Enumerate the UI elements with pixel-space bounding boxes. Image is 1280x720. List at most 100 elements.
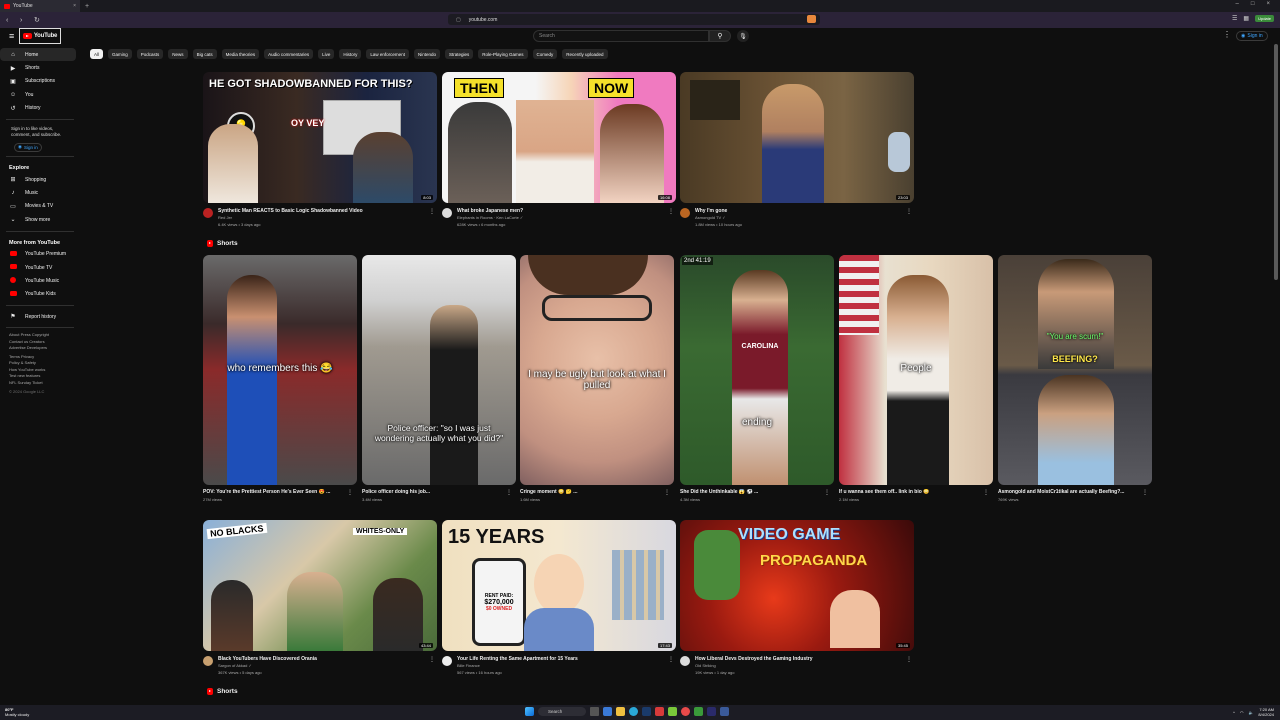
chip[interactable]: Podcasts: [136, 49, 164, 59]
channel-name[interactable]: Asmongold TV ✓: [695, 214, 742, 221]
more-options-icon[interactable]: ⋮: [983, 489, 989, 496]
windows-start-icon[interactable]: [525, 707, 534, 716]
update-button[interactable]: Update: [1255, 15, 1274, 22]
short-card[interactable]: "You are scum!" BEEFING? Asmongold and M…: [998, 255, 1152, 502]
search-input[interactable]: Search: [533, 30, 709, 42]
short-title[interactable]: Cringe moment 😳 🤔 ...: [520, 489, 674, 495]
chip[interactable]: Live: [318, 49, 335, 59]
steam-icon[interactable]: [642, 707, 651, 716]
page-info-icon[interactable]: ▢: [456, 17, 461, 23]
more-options-icon[interactable]: ⋮: [824, 489, 830, 496]
channel-avatar[interactable]: [680, 208, 690, 218]
chip[interactable]: Media theories: [221, 49, 260, 59]
desktop-icon[interactable]: [603, 707, 612, 716]
more-options-icon[interactable]: ⋮: [506, 489, 512, 496]
chip[interactable]: Recently uploaded: [562, 49, 608, 59]
video-thumbnail[interactable]: THEN NOW 16:08: [442, 72, 676, 203]
address-bar[interactable]: ▢ youtube.com: [448, 14, 820, 25]
short-thumbnail[interactable]: I may be ugly but look at what I pulled: [520, 255, 674, 485]
video-card[interactable]: 23:03 Why I'm gone Asmongold TV ✓ 1.8M v…: [680, 72, 914, 228]
edge-icon[interactable]: [629, 707, 638, 716]
forward-arrow-icon[interactable]: ›: [20, 17, 28, 24]
sidebar-item-music[interactable]: ♪ Music: [0, 186, 76, 199]
more-options-icon[interactable]: ⋮: [1142, 489, 1148, 496]
short-card[interactable]: 2nd 41:19 CAROLINA ending She Did the Un…: [680, 255, 834, 502]
channel-avatar[interactable]: [442, 656, 452, 666]
chrome-icon[interactable]: [681, 707, 690, 716]
video-thumbnail[interactable]: NO BLACKS WHITES-ONLY 43:44: [203, 520, 437, 651]
short-thumbnail[interactable]: who remembers this 😂: [203, 255, 357, 485]
channel-avatar[interactable]: [203, 208, 213, 218]
video-thumbnail[interactable]: 15 YEARS RENT PAID: $270,000 $0 OWNED 17…: [442, 520, 676, 651]
more-options-icon[interactable]: ⋮: [347, 489, 353, 496]
short-thumbnail[interactable]: "You are scum!" BEEFING?: [998, 255, 1152, 485]
settings-menu-icon[interactable]: ⋮: [1223, 30, 1231, 39]
video-thumbnail[interactable]: 23:03: [680, 72, 914, 203]
file-explorer-icon[interactable]: [616, 707, 625, 716]
short-card[interactable]: who remembers this 😂 POV: You're the Pre…: [203, 255, 357, 502]
more-options-icon[interactable]: ⋮: [664, 489, 670, 496]
chip[interactable]: News: [168, 49, 188, 59]
short-title[interactable]: Police officer doing his job...: [362, 489, 516, 495]
chip[interactable]: Audio commentaries: [264, 49, 314, 59]
app-icon[interactable]: [720, 707, 729, 716]
search-button[interactable]: ⚲: [709, 30, 731, 42]
channel-avatar[interactable]: [203, 656, 213, 666]
more-options-icon[interactable]: ⋮: [429, 656, 435, 663]
youtube-logo[interactable]: YouTube: [19, 28, 61, 44]
sign-in-button[interactable]: ◉ Sign in: [1236, 31, 1268, 41]
task-view-icon[interactable]: [590, 707, 599, 716]
video-thumbnail[interactable]: VIDEO GAME PROPAGANDA 35:45: [680, 520, 914, 651]
chip[interactable]: Role-Playing Games: [478, 49, 528, 59]
sidebar-item-history[interactable]: ↺ History: [0, 102, 76, 115]
sidebar-item-music-app[interactable]: YouTube Music: [0, 274, 76, 287]
channel-name[interactable]: Sargon of Akkad ✓: [218, 662, 317, 669]
chip[interactable]: Big cats: [192, 49, 217, 59]
channel-name[interactable]: Elephants in Rooms · Ken LaCorte ✓: [457, 214, 523, 221]
extensions-icon[interactable]: ▦: [1243, 15, 1249, 22]
short-title[interactable]: If u wanna see them off.. link in bio 😳: [839, 489, 993, 495]
short-title[interactable]: She Did the Unthinkable 😱 ⚽ ...: [680, 489, 834, 495]
short-thumbnail[interactable]: Police officer: "so I was just wondering…: [362, 255, 516, 485]
short-thumbnail[interactable]: 2nd 41:19 CAROLINA ending: [680, 255, 834, 485]
minimize-button[interactable]: –: [1236, 1, 1239, 7]
chip[interactable]: Gaming: [108, 49, 132, 59]
more-options-icon[interactable]: ⋮: [906, 208, 912, 215]
spotify-icon[interactable]: [694, 707, 703, 716]
opera-icon[interactable]: [655, 707, 664, 716]
chip[interactable]: Nintendo: [413, 49, 440, 59]
sidebar-item-premium[interactable]: YouTube Premium: [0, 248, 76, 261]
video-card[interactable]: VIDEO GAME PROPAGANDA 35:45 How Liberal …: [680, 520, 914, 676]
tray-chevron-icon[interactable]: ^: [1233, 710, 1235, 715]
sidebar-item-home[interactable]: ⌂ Home: [0, 48, 76, 62]
back-arrow-icon[interactable]: ‹: [6, 17, 14, 24]
weather-widget[interactable]: 80°F Mostly cloudy: [5, 707, 29, 717]
chip[interactable]: Strategies: [444, 49, 474, 59]
video-card[interactable]: HE GOT SHADOWBANNED FOR THIS? 💡 OY VEY 8…: [203, 72, 437, 228]
sidebar-sign-in-button[interactable]: ◉ Sign in: [14, 142, 42, 152]
reload-icon[interactable]: ↻: [34, 16, 42, 24]
sidebar-item-shopping[interactable]: ⊞ Shopping: [0, 173, 76, 186]
chip[interactable]: All: [90, 49, 104, 59]
more-options-icon[interactable]: ⋮: [429, 208, 435, 215]
sidebar-item-report-history[interactable]: ⚑ Report history: [0, 310, 76, 323]
short-title[interactable]: Asmongold and MoistCr1tikal are actually…: [998, 489, 1152, 495]
channel-avatar[interactable]: [442, 208, 452, 218]
video-title[interactable]: Synthetic Man REACTS to Basic Logic Shad…: [218, 208, 363, 214]
premiere-icon[interactable]: [707, 707, 716, 716]
sidebar-item-movies[interactable]: ▭ Movies & TV: [0, 200, 76, 213]
short-card[interactable]: Police officer: "so I was just wondering…: [362, 255, 516, 502]
more-options-icon[interactable]: ⋮: [668, 656, 674, 663]
sidebar-item-tv[interactable]: YouTube TV: [0, 261, 76, 274]
channel-name[interactable]: Old Striking: [695, 662, 813, 669]
extension-icon[interactable]: [807, 15, 816, 23]
nvidia-icon[interactable]: [668, 707, 677, 716]
footer-links[interactable]: NFL Sunday Ticket: [0, 380, 80, 387]
channel-name[interactable]: Bille Finance: [457, 662, 578, 669]
clock[interactable]: 7:20 AM 8/4/2024: [1258, 707, 1274, 717]
taskbar-search[interactable]: Search: [538, 707, 586, 716]
sidebar-item-you[interactable]: ☺ You: [0, 88, 76, 101]
short-card[interactable]: People If u wanna see them off.. link in…: [839, 255, 993, 502]
short-thumbnail[interactable]: People: [839, 255, 993, 485]
sidebar-item-shorts[interactable]: ▶ Shorts: [0, 61, 76, 74]
